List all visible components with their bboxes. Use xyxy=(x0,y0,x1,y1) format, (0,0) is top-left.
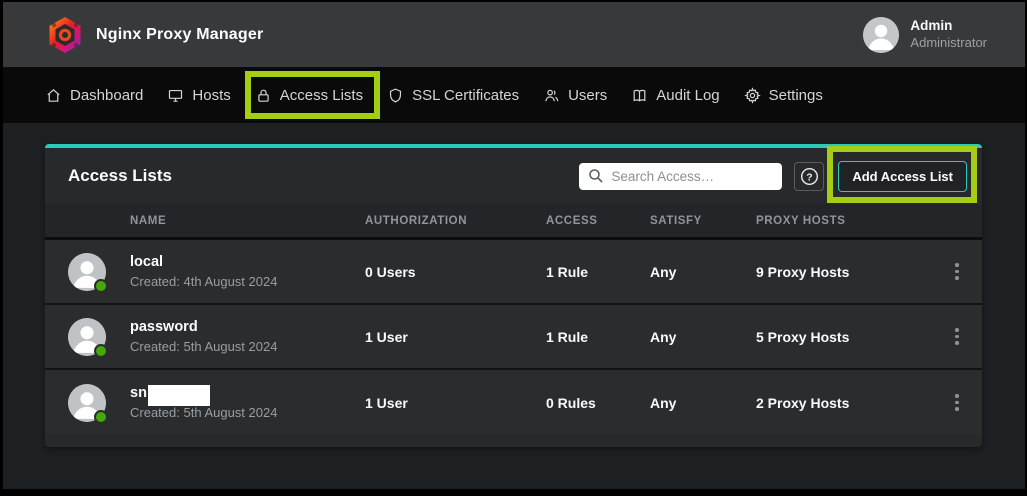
page-content: Access Lists ? Add Access List xyxy=(0,123,1027,489)
column-header-proxy-hosts: PROXY HOSTS xyxy=(756,215,936,227)
user-avatar xyxy=(863,17,899,53)
help-icon: ? xyxy=(800,167,819,186)
row-menu-button[interactable] xyxy=(946,257,968,287)
nav-item-label: Settings xyxy=(769,87,823,104)
cell-authorization: 1 User xyxy=(365,395,546,411)
access-list-avatar xyxy=(68,384,106,422)
window-edge-top xyxy=(0,0,1027,2)
status-dot xyxy=(94,279,108,293)
nav-item-label: Audit Log xyxy=(656,87,719,104)
gear-icon xyxy=(744,87,761,104)
cell-access: 1 Rule xyxy=(546,329,650,345)
cell-proxy-hosts: 9 Proxy Hosts xyxy=(756,264,936,280)
add-access-list-button[interactable]: Add Access List xyxy=(838,161,967,192)
access-list-avatar xyxy=(68,318,106,356)
cell-proxy-hosts: 2 Proxy Hosts xyxy=(756,395,936,411)
cell-access: 0 Rules xyxy=(546,395,650,411)
column-header-satisfy: SATISFY xyxy=(650,215,756,227)
cell-satisfy: Any xyxy=(650,329,756,345)
nav-item-hosts[interactable]: Hosts xyxy=(167,87,230,104)
status-dot xyxy=(94,410,108,424)
nav-item-dashboard[interactable]: Dashboard xyxy=(45,87,143,104)
user-name: Admin xyxy=(910,18,987,35)
home-icon xyxy=(45,87,62,104)
access-list-created: Created: 4th August 2024 xyxy=(130,273,365,292)
main-nav: Dashboard Hosts Access Lists SSL Certifi… xyxy=(0,67,1027,123)
nav-item-label: Access Lists xyxy=(280,87,363,104)
window-edge-bottom xyxy=(0,489,1027,496)
users-icon xyxy=(543,87,560,104)
cell-satisfy: Any xyxy=(650,395,756,411)
nav-item-label: SSL Certificates xyxy=(412,87,519,104)
cell-access: 1 Rule xyxy=(546,264,650,280)
access-lists-card: Access Lists ? Add Access List xyxy=(45,144,982,447)
nav-item-settings[interactable]: Settings xyxy=(744,87,823,104)
cell-proxy-hosts: 5 Proxy Hosts xyxy=(756,329,936,345)
column-header-name: NAME xyxy=(130,215,365,227)
cell-satisfy: Any xyxy=(650,264,756,280)
status-dot xyxy=(94,344,108,358)
app-title: Nginx Proxy Manager xyxy=(96,26,263,44)
svg-text:?: ? xyxy=(806,172,812,183)
column-header-authorization: AUTHORIZATION xyxy=(365,215,546,227)
topbar: Nginx Proxy Manager Admin Administrator xyxy=(0,2,1027,67)
cell-authorization: 0 Users xyxy=(365,264,546,280)
column-header-access: ACCESS xyxy=(546,215,650,227)
access-list-created: Created: 5th August 2024 xyxy=(130,404,365,423)
shield-icon xyxy=(387,87,404,104)
nav-item-label: Users xyxy=(568,87,607,104)
nav-item-audit-log[interactable]: Audit Log xyxy=(631,87,719,104)
page-title: Access Lists xyxy=(68,166,567,186)
cell-authorization: 1 User xyxy=(365,329,546,345)
user-menu[interactable]: Admin Administrator xyxy=(863,17,987,53)
table-row[interactable]: sn Created: 5th August 2024 1 User 0 Rul… xyxy=(45,370,982,435)
table-row[interactable]: password Created: 5th August 2024 1 User… xyxy=(45,305,982,370)
search-icon xyxy=(588,168,604,184)
nav-item-users[interactable]: Users xyxy=(543,87,607,104)
help-button[interactable]: ? xyxy=(794,162,824,191)
nav-item-ssl-certificates[interactable]: SSL Certificates xyxy=(387,87,519,104)
row-menu-button[interactable] xyxy=(946,388,968,418)
monitor-icon xyxy=(167,87,184,104)
user-role: Administrator xyxy=(910,35,987,51)
access-list-name: password xyxy=(130,317,365,338)
access-list-avatar xyxy=(68,253,106,291)
lock-icon xyxy=(255,87,272,104)
nav-item-access-lists[interactable]: Access Lists xyxy=(255,87,363,104)
search-box xyxy=(579,163,782,190)
nginx-proxy-manager-logo-icon xyxy=(48,16,82,54)
nav-item-label: Hosts xyxy=(192,87,230,104)
card-header: Access Lists ? Add Access List xyxy=(45,148,982,204)
table-row[interactable]: local Created: 4th August 2024 0 Users 1… xyxy=(45,240,982,305)
redaction-box xyxy=(148,385,210,406)
app-window: Nginx Proxy Manager Admin Administrator … xyxy=(0,0,1027,496)
search-input[interactable] xyxy=(579,163,782,190)
brand: Nginx Proxy Manager xyxy=(48,16,263,54)
row-menu-button[interactable] xyxy=(946,322,968,352)
book-icon xyxy=(631,87,648,104)
nav-item-label: Dashboard xyxy=(70,87,143,104)
access-list-name: local xyxy=(130,252,365,273)
access-list-created: Created: 5th August 2024 xyxy=(130,338,365,357)
window-edge-left xyxy=(0,0,3,496)
table-header: NAME AUTHORIZATION ACCESS SATISFY PROXY … xyxy=(45,204,982,240)
access-list-name: sn xyxy=(130,383,365,404)
